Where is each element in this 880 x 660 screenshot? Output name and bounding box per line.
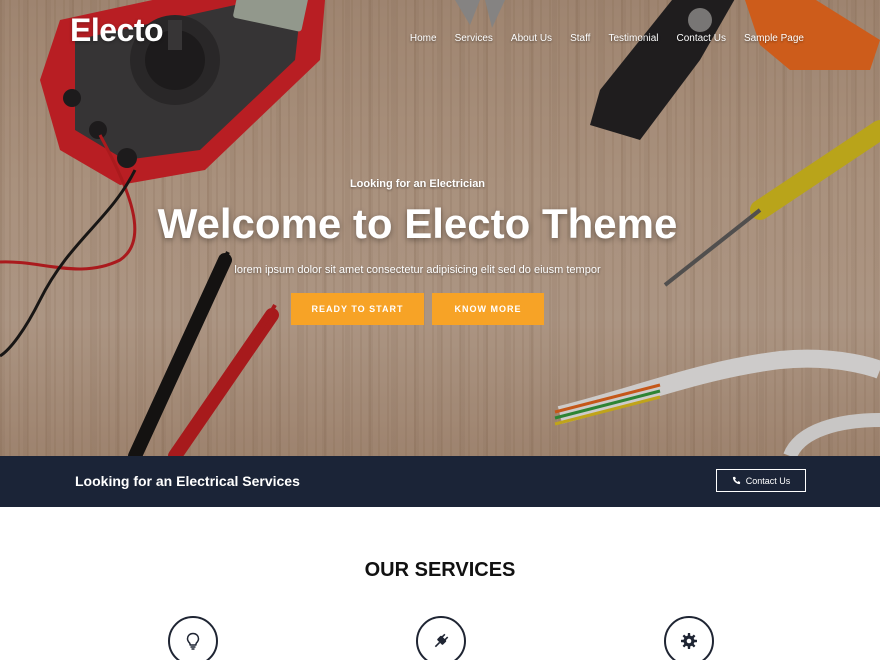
site-logo[interactable]: Electo bbox=[70, 12, 164, 49]
hero-section: Electo Home Services About Us Staff Test… bbox=[0, 0, 880, 456]
nav-testimonial[interactable]: Testimonial bbox=[608, 33, 658, 44]
cta-banner: Looking for an Electrical Services Conta… bbox=[0, 456, 880, 507]
service-icon-lightbulb bbox=[168, 616, 218, 660]
lightbulb-icon bbox=[186, 632, 200, 650]
contact-us-button[interactable]: Contact Us bbox=[716, 469, 806, 492]
nav-contact-us[interactable]: Contact Us bbox=[676, 33, 725, 44]
nav-services[interactable]: Services bbox=[455, 33, 493, 44]
nav-staff[interactable]: Staff bbox=[570, 33, 590, 44]
contact-us-label: Contact Us bbox=[745, 475, 791, 486]
know-more-button[interactable]: KNOW MORE bbox=[432, 293, 544, 325]
nav-home[interactable]: Home bbox=[410, 33, 437, 44]
nav-about-us[interactable]: About Us bbox=[511, 33, 552, 44]
hero-subtitle: Looking for an Electrician bbox=[349, 178, 486, 190]
hero-text: lorem ipsum dolor sit amet consectetur a… bbox=[234, 264, 601, 276]
services-heading: OUR SERVICES bbox=[364, 559, 516, 581]
hero-title: Welcome to Electo Theme bbox=[157, 200, 678, 247]
main-nav: Home Services About Us Staff Testimonial… bbox=[392, 33, 804, 44]
gear-icon bbox=[681, 633, 697, 649]
service-icon-plug bbox=[416, 616, 466, 660]
nav-sample-page[interactable]: Sample Page bbox=[744, 33, 804, 44]
ready-to-start-button[interactable]: READY TO START bbox=[291, 293, 424, 325]
phone-icon bbox=[732, 476, 740, 485]
banner-text: Looking for an Electrical Services bbox=[75, 473, 300, 489]
service-icon-gear bbox=[664, 616, 714, 660]
plug-icon bbox=[434, 633, 449, 648]
